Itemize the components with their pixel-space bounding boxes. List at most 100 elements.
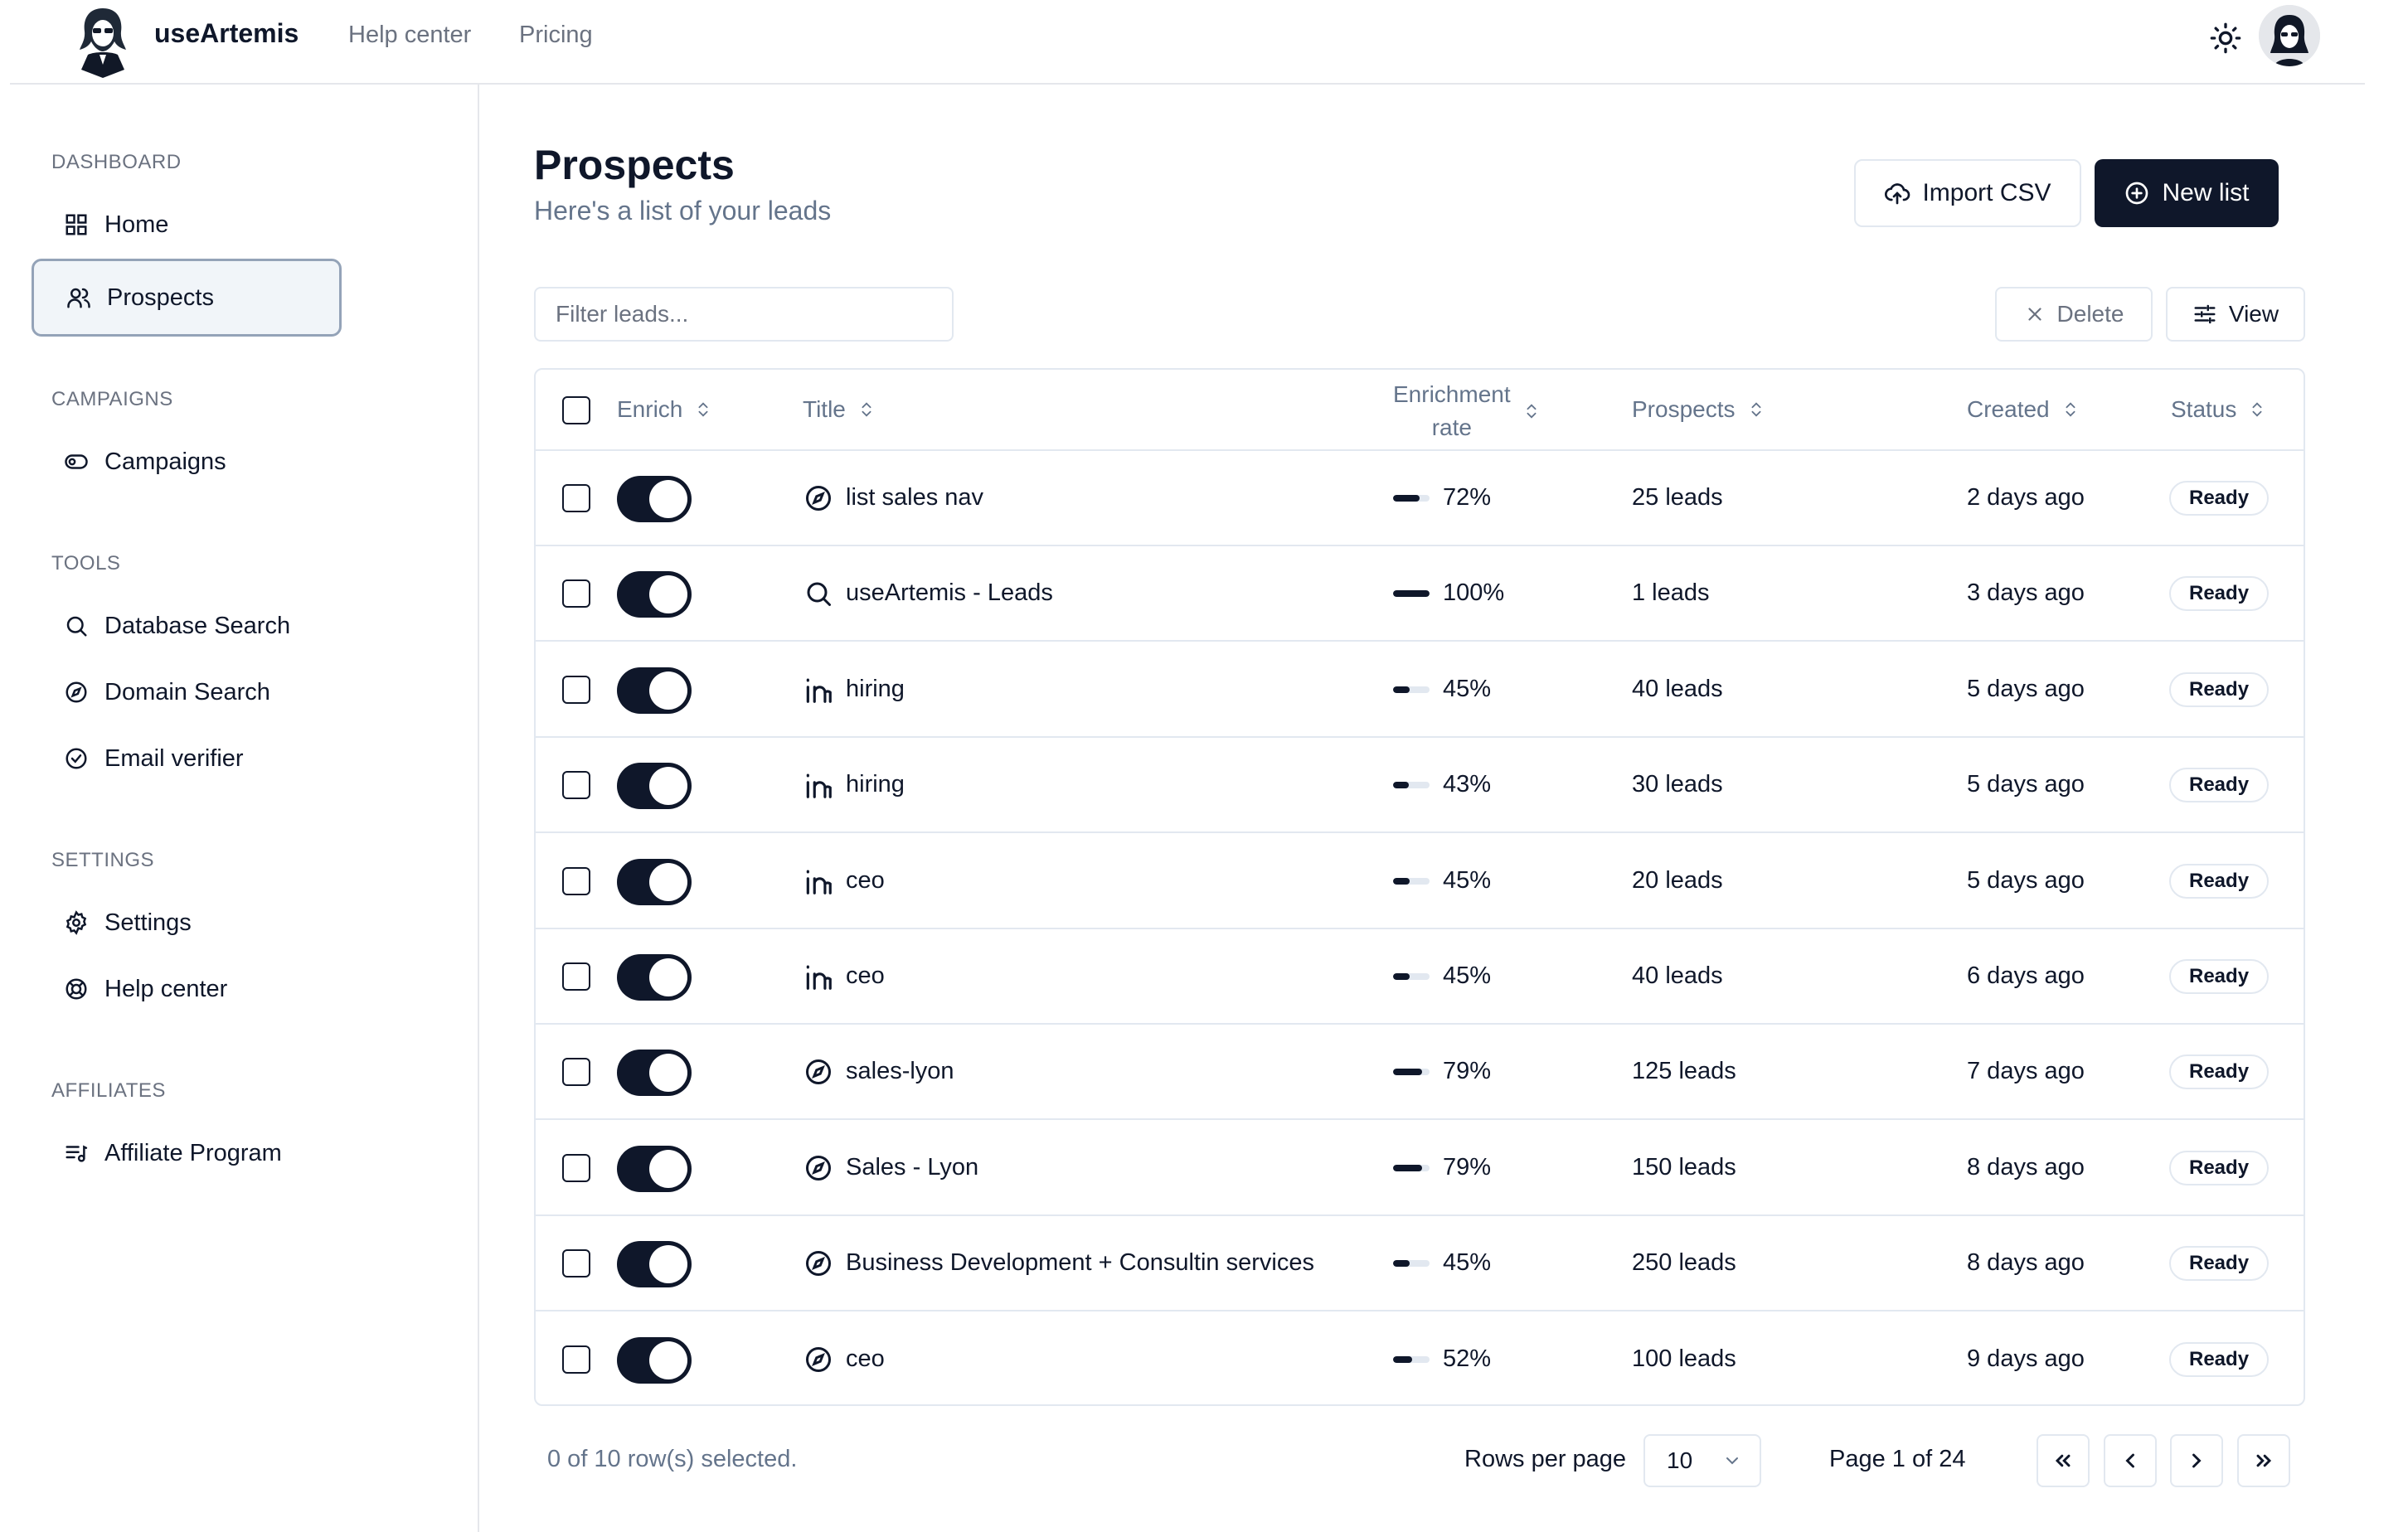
row-checkbox[interactable] — [562, 1249, 590, 1278]
avatar[interactable] — [2259, 5, 2320, 66]
section-label-affiliates: AFFILIATES — [51, 1079, 166, 1102]
linkedin-icon — [803, 961, 834, 992]
table-row[interactable]: useArtemis - Leads 100% 1 leads 3 days ago R… — [536, 546, 2304, 642]
cloud-upload-icon — [1885, 183, 1910, 205]
row-checkbox[interactable] — [562, 1153, 590, 1182]
table-row[interactable]: ceo 45% 40 leads 6 days ago Ready — [536, 929, 2304, 1025]
compass-icon — [803, 482, 834, 514]
import-csv-button[interactable]: Import CSV — [1854, 159, 2081, 227]
logo-icon[interactable] — [70, 3, 136, 78]
sidebar-item-prospects[interactable]: Prospects — [32, 259, 342, 337]
prospects-count: 40 leads — [1632, 962, 1723, 989]
column-header-status[interactable]: Status — [2171, 396, 2266, 423]
row-title[interactable]: ceo — [846, 867, 885, 894]
chevron-down-icon — [1726, 1457, 1739, 1465]
enrichment-rate-value: 45% — [1443, 962, 1492, 989]
row-title[interactable]: useArtemis - Leads — [846, 579, 1053, 607]
row-checkbox[interactable] — [562, 962, 590, 991]
enrichment-rate-value: 79% — [1443, 1153, 1492, 1181]
next-page-button[interactable] — [2170, 1434, 2223, 1487]
row-checkbox[interactable] — [562, 1345, 590, 1374]
sort-icon — [1527, 404, 1537, 419]
column-label: Prospects — [1632, 396, 1736, 422]
column-header-created[interactable]: Created — [1967, 396, 2080, 423]
sidebar-item-email-verifier[interactable]: Email verifier — [32, 720, 342, 798]
row-title[interactable]: Business Development + Consultin service… — [846, 1249, 1314, 1277]
enrich-toggle[interactable] — [617, 1241, 692, 1288]
created-date: 2 days ago — [1967, 484, 2085, 511]
row-checkbox[interactable] — [562, 1058, 590, 1087]
row-checkbox[interactable] — [562, 484, 590, 512]
first-page-button[interactable] — [2037, 1434, 2090, 1487]
nav-help-center[interactable]: Help center — [348, 22, 471, 49]
row-title[interactable]: Sales - Lyon — [846, 1154, 978, 1181]
page-title: Prospects — [534, 142, 735, 188]
prospects-count: 150 leads — [1632, 1153, 1736, 1181]
column-header-enrich[interactable]: Enrich — [617, 396, 712, 423]
row-title[interactable]: ceo — [846, 1345, 885, 1373]
import-csv-label: Import CSV — [1922, 179, 2051, 206]
linkedin-icon — [803, 674, 834, 705]
enrich-toggle[interactable] — [617, 1336, 692, 1384]
delete-label: Delete — [2056, 301, 2124, 327]
rows-per-page-select[interactable]: 10 — [1643, 1434, 1761, 1487]
enrichment-rate-bar — [1393, 686, 1430, 693]
row-title[interactable]: hiring — [846, 771, 905, 798]
enrich-toggle[interactable] — [617, 1145, 692, 1192]
previous-page-button[interactable] — [2104, 1434, 2157, 1487]
table-row[interactable]: sales-lyon 79% 125 leads 7 days ago Ready — [536, 1025, 2304, 1121]
users-icon — [66, 284, 92, 311]
row-checkbox[interactable] — [562, 771, 590, 800]
prospects-count: 25 leads — [1632, 484, 1723, 511]
sidebar-item-label: Prospects — [107, 284, 214, 311]
last-page-button[interactable] — [2237, 1434, 2290, 1487]
column-label-line: Enrichment — [1393, 381, 1511, 407]
status-badge: Ready — [2169, 959, 2270, 994]
enrich-toggle[interactable] — [617, 954, 692, 1001]
row-checkbox[interactable] — [562, 866, 590, 895]
sidebar-item-campaigns[interactable]: Campaigns — [32, 423, 342, 501]
column-header-prospects[interactable]: Prospects — [1632, 396, 1765, 423]
brand-name[interactable]: useArtemis — [154, 18, 299, 49]
enrichment-rate-value: 43% — [1443, 771, 1492, 798]
enrich-toggle[interactable] — [617, 763, 692, 810]
table-row[interactable]: ceo 52% 100 leads 9 days ago Ready — [536, 1312, 2304, 1404]
sidebar-item-help-center[interactable]: Help center — [32, 950, 342, 1028]
table-row[interactable]: hiring 45% 40 leads 5 days ago Ready — [536, 642, 2304, 738]
table-row[interactable]: Business Development + Consultin service… — [536, 1216, 2304, 1312]
view-button[interactable]: View — [2166, 287, 2305, 342]
table-row[interactable]: list sales nav 72% 25 leads 2 days ago Ready — [536, 451, 2304, 546]
enrich-toggle[interactable] — [617, 667, 692, 714]
enrich-toggle[interactable] — [617, 571, 692, 618]
sidebar-item-label: Home — [104, 211, 169, 238]
sidebar-item-home[interactable]: Home — [32, 186, 342, 264]
column-header-enrichment-rate[interactable]: Enrichment rate — [1393, 378, 1541, 444]
table-row[interactable]: Sales - Lyon 79% 150 leads 8 days ago Ready — [536, 1121, 2304, 1216]
row-checkbox[interactable] — [562, 675, 590, 704]
table-row[interactable]: hiring 43% 30 leads 5 days ago Ready — [536, 738, 2304, 834]
sidebar-item-affiliate-program[interactable]: Affiliate Program — [32, 1114, 342, 1192]
column-label: Created — [1967, 396, 2050, 422]
row-title[interactable]: list sales nav — [846, 484, 983, 511]
compass-icon — [803, 1248, 834, 1279]
nav-pricing[interactable]: Pricing — [519, 22, 593, 49]
row-title[interactable]: sales-lyon — [846, 1058, 954, 1085]
row-title[interactable]: hiring — [846, 676, 905, 703]
top-header: useArtemis Help center Pricing — [10, 0, 2365, 85]
delete-button[interactable]: Delete — [1995, 287, 2153, 342]
enrichment-rate-bar — [1393, 877, 1430, 885]
filter-leads-input[interactable] — [534, 287, 954, 342]
enrich-toggle[interactable] — [617, 476, 692, 522]
theme-toggle-button[interactable] — [2204, 17, 2247, 60]
section-label-dashboard: DASHBOARD — [51, 151, 182, 173]
new-list-button[interactable]: New list — [2095, 159, 2279, 227]
table-row[interactable]: ceo 45% 20 leads 5 days ago Ready — [536, 834, 2304, 929]
column-header-title[interactable]: Title — [803, 396, 876, 423]
rows-per-page-label: Rows per page — [1464, 1446, 1627, 1472]
enrich-toggle[interactable] — [617, 858, 692, 905]
enrich-toggle[interactable] — [617, 1050, 692, 1097]
select-all-checkbox[interactable] — [562, 396, 590, 424]
row-checkbox[interactable] — [562, 579, 590, 608]
status-badge: Ready — [2169, 1150, 2270, 1185]
row-title[interactable]: ceo — [846, 962, 885, 990]
